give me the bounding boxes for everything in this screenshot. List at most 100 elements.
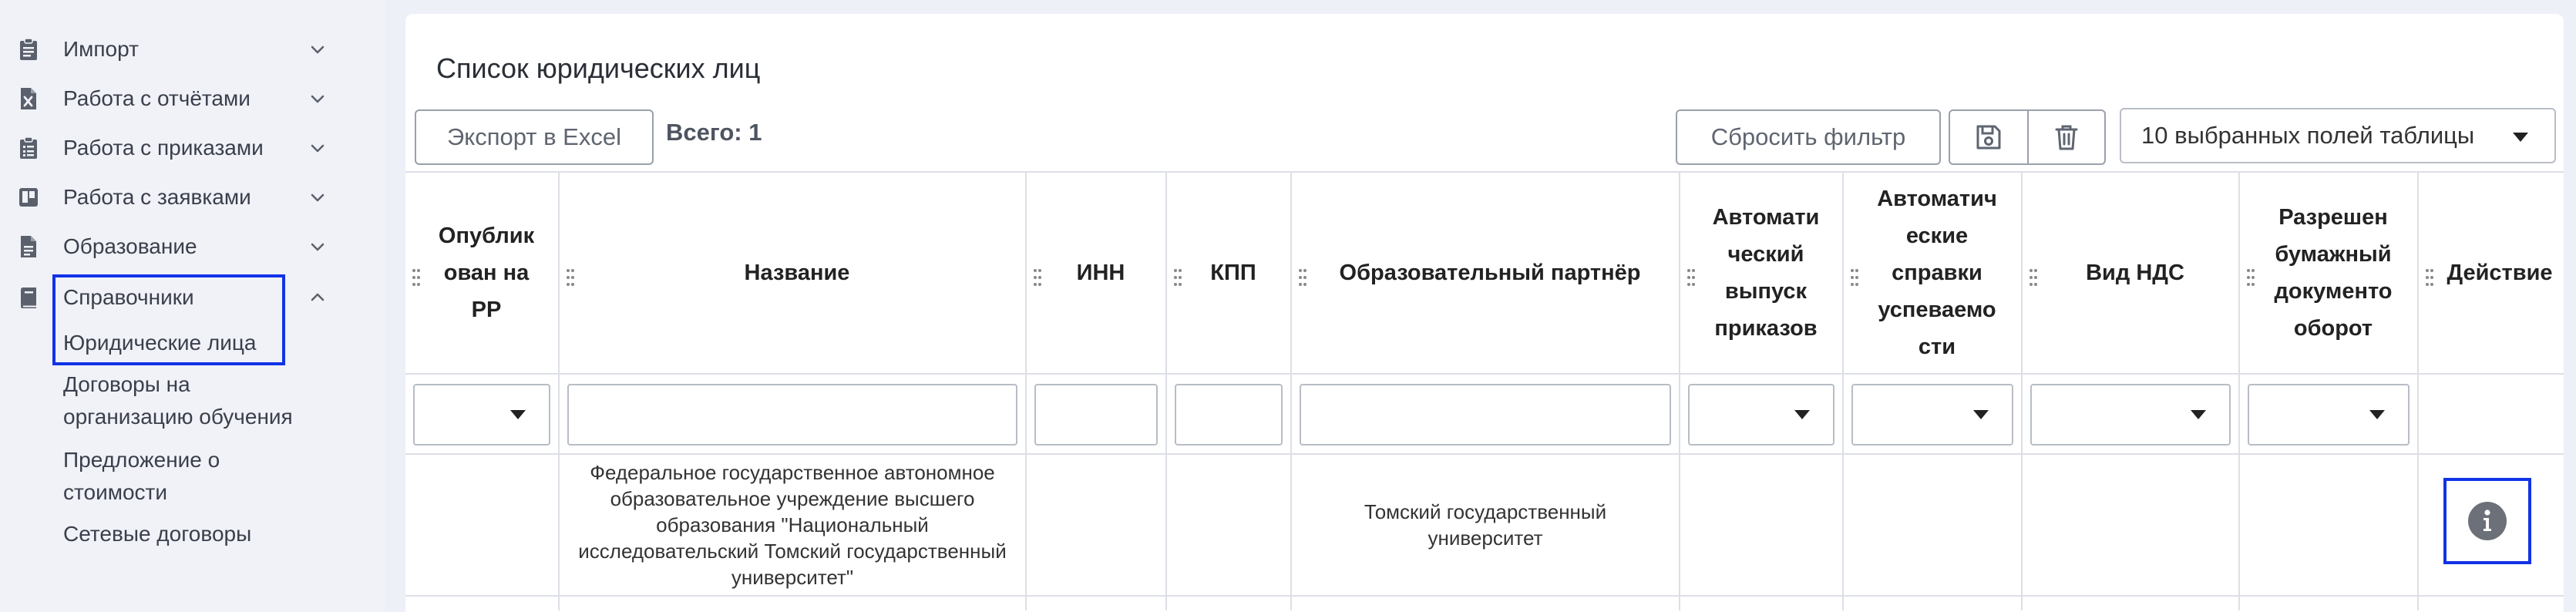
column-header[interactable]: ИНН	[1027, 173, 1165, 375]
column-header[interactable]: Автоматич еские справки успеваемо сти	[1844, 173, 2021, 375]
document-icon	[17, 234, 40, 260]
chevron-down-icon	[307, 39, 328, 60]
filter-cell	[1027, 375, 1165, 455]
column-header-label: Действие	[2447, 261, 2553, 285]
filter-kpp-input[interactable]	[1175, 384, 1283, 446]
drag-handle-icon[interactable]	[1850, 262, 1859, 286]
total-count: Всего: 1	[666, 119, 762, 146]
column-header-label: Образовательный партнёр	[1339, 261, 1641, 285]
drag-handle-icon[interactable]	[1687, 262, 1696, 286]
clipboard-list-icon	[17, 135, 40, 161]
sidebar-item-orders[interactable]: Работа с приказами	[0, 126, 339, 170]
column-partner: Образовательный партнёр Томский государс…	[1292, 173, 1680, 610]
sidebar-item-label: Работа с заявками	[63, 185, 251, 209]
caret-down-icon	[1794, 410, 1810, 419]
column-header[interactable]: Вид НДС	[2023, 173, 2238, 375]
filter-vat-type-select[interactable]	[2030, 384, 2231, 446]
chevron-down-icon	[307, 187, 328, 208]
sidebar-item-applications[interactable]: Работа с заявками	[0, 176, 339, 219]
export-excel-button[interactable]: Экспорт в Excel	[415, 109, 654, 165]
drag-handle-icon[interactable]	[412, 262, 421, 286]
drag-handle-icon[interactable]	[1173, 262, 1182, 286]
filter-cell	[2023, 375, 2238, 455]
column-header[interactable]: Опублик ован на РР	[405, 173, 558, 375]
column-published: Опублик ован на РР	[405, 173, 560, 610]
drag-handle-icon[interactable]	[1033, 262, 1042, 286]
chevron-down-icon	[307, 88, 328, 109]
info-icon	[2468, 502, 2507, 540]
drag-handle-icon[interactable]	[1298, 262, 1307, 286]
column-header-label: КПП	[1210, 261, 1256, 285]
filter-name-input[interactable]	[567, 384, 1017, 446]
column-header-label: Разрешен бумажный документо оборот	[2274, 205, 2393, 341]
filter-auto-certificates-select[interactable]	[1851, 384, 2013, 446]
column-header[interactable]: Образовательный партнёр	[1292, 173, 1679, 375]
sidebar-subitem-price-offer[interactable]: Предложение о стоимости	[63, 444, 294, 509]
drag-handle-icon[interactable]	[2029, 262, 2038, 286]
selection-highlight	[52, 274, 285, 365]
excel-file-icon	[17, 86, 40, 112]
filter-cell	[405, 375, 558, 455]
column-header-label: ИНН	[1076, 261, 1125, 285]
table-cell	[1844, 455, 2021, 597]
drag-handle-icon[interactable]	[2425, 262, 2434, 286]
filter-auto-orders-select[interactable]	[1688, 384, 1834, 446]
caret-down-icon	[2513, 133, 2528, 142]
filter-published-select[interactable]	[413, 384, 550, 446]
column-header[interactable]: Название	[560, 173, 1025, 375]
sidebar-item-label: Работа с отчётами	[63, 86, 251, 110]
info-button[interactable]	[2443, 478, 2531, 564]
filter-cell	[1292, 375, 1679, 455]
column-kpp: КПП	[1167, 173, 1292, 610]
filter-paper-docflow-select[interactable]	[2248, 384, 2410, 446]
column-header[interactable]: Разрешен бумажный документо оборот	[2240, 173, 2417, 375]
column-header[interactable]: Действие	[2419, 173, 2564, 375]
column-header[interactable]: Автомати ческий выпуск приказов	[1680, 173, 1842, 375]
caret-down-icon	[2369, 410, 2385, 419]
table-cell	[1027, 455, 1165, 597]
column-name: Название Федеральное государственное авт…	[560, 173, 1027, 610]
table-fields-select-value: 10 выбранных полей таблицы	[2141, 122, 2475, 149]
sidebar-subitem-training-contracts[interactable]: Договоры на организацию обучения	[63, 368, 325, 433]
drag-handle-icon[interactable]	[2246, 262, 2255, 286]
table-cell	[2240, 455, 2417, 597]
trash-icon	[2055, 125, 2078, 150]
book-icon	[17, 284, 40, 311]
table-cell	[1167, 455, 1290, 597]
filter-partner-input[interactable]	[1300, 384, 1671, 446]
legal-entities-card: Список юридических лиц Экспорт в Excel В…	[405, 14, 2564, 612]
chevron-up-icon	[307, 287, 328, 308]
sidebar-item-reports[interactable]: Работа с отчётами	[0, 77, 339, 120]
sidebar-item-label: Работа с приказами	[63, 136, 264, 160]
filter-cell	[1844, 375, 2021, 455]
column-header-label: Вид НДС	[2086, 261, 2184, 285]
column-header-label: Автоматич еские справки успеваемо сти	[1877, 187, 1997, 359]
delete-button[interactable]	[2027, 109, 2106, 165]
column-header-label: Автомати ческий выпуск приказов	[1712, 205, 1820, 341]
table-fields-select[interactable]: 10 выбранных полей таблицы	[2120, 108, 2556, 163]
column-header-label: Опублик ован на РР	[438, 224, 535, 322]
chevron-down-icon	[307, 137, 328, 159]
save-button[interactable]	[1949, 109, 2029, 165]
caret-down-icon	[2191, 410, 2206, 419]
column-paper-docflow: Разрешен бумажный документо оборот	[2240, 173, 2419, 610]
table-cell	[2419, 455, 2564, 597]
sidebar-item-label: Импорт	[63, 37, 139, 61]
sidebar-item-import[interactable]: Импорт	[0, 28, 339, 71]
column-header-label: Название	[744, 261, 850, 285]
filter-inn-input[interactable]	[1034, 384, 1158, 446]
column-auto-certificates: Автоматич еские справки успеваемо сти	[1844, 173, 2023, 610]
reset-filter-button[interactable]: Сбросить фильтр	[1676, 109, 1941, 165]
table-cell	[2023, 455, 2238, 597]
clipboard-icon	[17, 36, 40, 62]
toolbar: Экспорт в Excel Всего: 1 Сбросить фильтр…	[405, 100, 2564, 173]
table-cell: Томский государственный университет	[1292, 455, 1679, 597]
drag-handle-icon[interactable]	[566, 262, 575, 286]
caret-down-icon	[1973, 410, 1989, 419]
sidebar-subitem-network-contracts[interactable]: Сетевые договоры	[63, 518, 251, 550]
sidebar-item-education[interactable]: Образование	[0, 225, 339, 268]
column-header[interactable]: КПП	[1167, 173, 1290, 375]
table-cell: Федеральное государственное автономное о…	[560, 455, 1025, 597]
column-auto-orders: Автомати ческий выпуск приказов	[1680, 173, 1844, 610]
sidebar: Импорт Работа с отчётами Работа с приказ…	[0, 0, 385, 612]
